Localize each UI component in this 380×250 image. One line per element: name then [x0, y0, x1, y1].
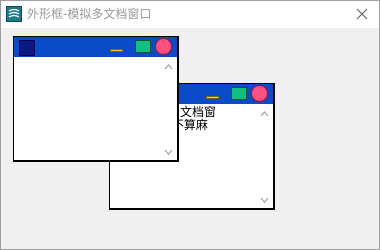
main-window: 外形框-模拟多文档窗口 没有多文档窗是吗,不算麻: [0, 0, 380, 250]
close-x-icon: [356, 8, 368, 20]
app-logo-icon: [6, 6, 22, 22]
vertical-scrollbar[interactable]: [256, 104, 273, 208]
close-circle-icon[interactable]: [251, 85, 268, 102]
minimize-icon[interactable]: [110, 49, 123, 52]
window-close-button[interactable]: [345, 1, 379, 28]
close-circle-icon[interactable]: [155, 38, 172, 55]
maximize-icon[interactable]: [135, 40, 151, 53]
child-window-icon[interactable]: [19, 40, 35, 56]
scroll-down-arrow-icon[interactable]: [160, 144, 177, 160]
child-window-front[interactable]: [13, 36, 179, 162]
mdi-client-area: 没有多文档窗是吗,不算麻: [1, 28, 379, 249]
maximize-icon[interactable]: [231, 87, 247, 100]
minimize-icon[interactable]: [206, 96, 219, 99]
scroll-down-arrow-icon[interactable]: [256, 192, 273, 208]
scroll-up-arrow-icon[interactable]: [256, 106, 273, 122]
child-front-titlebar[interactable]: [14, 37, 177, 57]
scroll-up-arrow-icon[interactable]: [160, 59, 177, 75]
child-front-body[interactable]: [14, 57, 177, 160]
vertical-scrollbar[interactable]: [160, 57, 177, 160]
window-titlebar[interactable]: 外形框-模拟多文档窗口: [1, 1, 379, 28]
window-title: 外形框-模拟多文档窗口: [27, 7, 152, 21]
